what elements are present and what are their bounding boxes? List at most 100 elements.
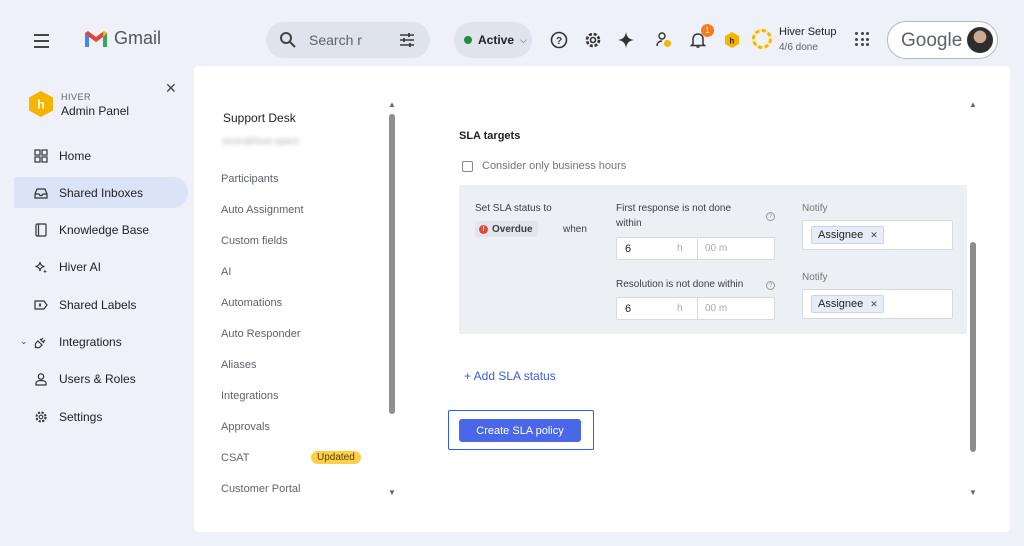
hiver-setup-progress[interactable]: Hiver Setup 4/6 done	[751, 24, 851, 58]
search-options-icon[interactable]	[398, 31, 416, 49]
subnav-item-label: Auto Responder	[221, 328, 301, 341]
first-response-time-input[interactable]: 6 h 00 m	[616, 237, 775, 260]
search-input[interactable]: Search r	[309, 32, 362, 48]
resolution-minutes-input[interactable]: 00 m	[705, 303, 727, 314]
overdue-alert-icon: !	[479, 224, 488, 234]
gmail-m-icon	[85, 30, 107, 47]
scroll-down-arrow-icon[interactable]: ▼	[388, 488, 396, 497]
resolution-label: Resolution is not done within	[616, 279, 744, 290]
notify-label: Notify	[802, 203, 828, 214]
subnav-item-custom-fields[interactable]: Custom fields	[221, 225, 371, 256]
subnav-item-label: Approvals	[221, 421, 270, 434]
notify-label: Notify	[802, 272, 828, 283]
sidebar-item-hiver-ai[interactable]: Hiver AI	[14, 252, 188, 283]
subnav-item-label: CSAT	[221, 452, 250, 465]
google-apps-icon[interactable]	[855, 32, 869, 46]
sidebar-item-users-roles[interactable]: Users & Roles	[14, 364, 188, 395]
svg-text:?: ?	[556, 36, 562, 47]
scrollbar-thumb[interactable]	[970, 242, 976, 452]
gemini-sparkle-icon[interactable]	[616, 30, 636, 50]
add-sla-status-link[interactable]: + Add SLA status	[464, 369, 556, 383]
search-icon[interactable]	[279, 31, 297, 49]
sidebar-item-knowledge-base[interactable]: Knowledge Base	[14, 215, 188, 246]
hiver-setup-title: Hiver Setup	[779, 26, 837, 38]
setup-progress-ring-icon	[752, 29, 772, 49]
subnav-item-label: Automations	[221, 296, 283, 309]
first-response-label: First response is not done within	[616, 203, 732, 229]
subnav-item-auto-responder[interactable]: Auto Responder	[221, 318, 371, 349]
sidebar-item-shared-labels[interactable]: Shared Labels	[14, 289, 188, 320]
remove-chip-icon[interactable]: ✕	[870, 230, 878, 241]
hours-unit-label: h	[677, 243, 683, 254]
account-switcher[interactable]: Google	[887, 21, 998, 59]
assignee-chip-label: Assignee	[818, 298, 864, 310]
first-response-hours-value[interactable]: 6	[625, 243, 631, 255]
book-icon	[33, 222, 49, 238]
sidebar-item-shared-inboxes[interactable]: Shared Inboxes	[14, 177, 188, 209]
gmail-logo[interactable]: Gmail	[84, 28, 161, 49]
subnav-scrollbar[interactable]: ▲ ▼	[388, 100, 396, 497]
inbox-icon	[33, 185, 49, 201]
subnav-item-participants[interactable]: Participants	[221, 163, 371, 194]
first-response-notify-field[interactable]: Assignee ✕	[802, 220, 953, 250]
scroll-down-arrow-icon[interactable]: ▼	[969, 488, 977, 497]
hiver-extension-icon[interactable]: h	[722, 30, 742, 50]
subnav-item-aliases[interactable]: Aliases	[221, 350, 371, 381]
label-icon	[33, 297, 49, 313]
search-bar[interactable]: Search r	[266, 22, 430, 58]
subnav-item-automations[interactable]: Automations	[221, 287, 371, 318]
main-panel: Support Desk kevin@hiver.space Participa…	[194, 66, 1010, 532]
remove-chip-icon[interactable]: ✕	[870, 299, 878, 310]
expand-chevron-icon[interactable]: ⌄	[20, 336, 28, 347]
brand-subtitle: HIVER	[61, 92, 92, 102]
subnav-item-ai[interactable]: AI	[221, 256, 371, 287]
inbox-email: kevin@hiver.space	[223, 136, 299, 146]
create-sla-focus-ring: Create SLA policy	[448, 410, 594, 450]
first-response-minutes-input[interactable]: 00 m	[705, 243, 727, 254]
resolution-time-input[interactable]: 6 h 00 m	[616, 297, 775, 320]
google-wordmark: Google	[901, 30, 963, 51]
hiver-setup-status: 4/6 done	[779, 42, 818, 53]
brand-title: Admin Panel	[61, 104, 130, 118]
chevron-down-icon: ⌵	[520, 34, 527, 45]
sidebar-item-label: Shared Labels	[59, 297, 137, 312]
subnav-item-csat[interactable]: CSAT Updated	[221, 443, 371, 474]
subnav-item-integrations[interactable]: Integrations	[221, 381, 371, 412]
when-label: when	[563, 224, 587, 235]
create-sla-policy-button[interactable]: Create SLA policy	[459, 419, 581, 442]
avatar[interactable]	[967, 27, 993, 53]
sidebar-item-label: Users & Roles	[59, 372, 136, 387]
resolution-hours-value[interactable]: 6	[625, 303, 631, 315]
scrollbar-thumb[interactable]	[389, 114, 395, 414]
scroll-up-arrow-icon[interactable]: ▲	[388, 100, 396, 109]
close-icon[interactable]: ✕	[165, 80, 177, 97]
subnav-item-label: Customer Portal	[221, 483, 301, 496]
first-response-info-icon[interactable]: ?	[766, 212, 775, 221]
sparkle-icon	[33, 259, 49, 275]
settings-gear-icon[interactable]	[583, 30, 603, 50]
sidebar-item-settings[interactable]: Settings	[14, 401, 188, 432]
sidebar-item-home[interactable]: Home	[14, 140, 188, 171]
resolution-info-icon[interactable]: ?	[766, 281, 775, 290]
user-status-icon[interactable]	[654, 30, 674, 50]
sla-status-card: Set SLA status to ! Overdue when First r…	[459, 185, 967, 334]
overdue-status-selector[interactable]: ! Overdue	[475, 221, 538, 237]
subnav-item-approvals[interactable]: Approvals	[221, 412, 371, 443]
subnav-item-label: Custom fields	[221, 234, 288, 247]
admin-sidebar: ✕ h HIVER Admin Panel Home Shared Inboxe…	[14, 66, 194, 532]
subnav-item-customer-portal[interactable]: Customer Portal	[221, 474, 371, 505]
assignee-chip-label: Assignee	[818, 229, 864, 241]
scroll-up-arrow-icon[interactable]: ▲	[969, 100, 977, 109]
subnav-item-auto-assignment[interactable]: Auto Assignment	[221, 194, 371, 225]
main-menu-button[interactable]	[29, 28, 53, 52]
business-hours-option[interactable]: Consider only business hours	[462, 160, 626, 172]
business-hours-checkbox[interactable]	[462, 160, 473, 172]
content-scrollbar[interactable]: ▲ ▼	[969, 100, 977, 497]
resolution-notify-field[interactable]: Assignee ✕	[802, 289, 953, 319]
subnav-item-label: Integrations	[221, 390, 279, 403]
help-icon[interactable]: ?	[549, 30, 569, 50]
status-selector[interactable]: Active ⌵	[454, 22, 532, 58]
sidebar-item-label: Integrations	[59, 334, 122, 349]
assignee-chip: Assignee ✕	[811, 295, 884, 313]
sidebar-item-integrations[interactable]: ⌄ Integrations	[14, 326, 188, 357]
